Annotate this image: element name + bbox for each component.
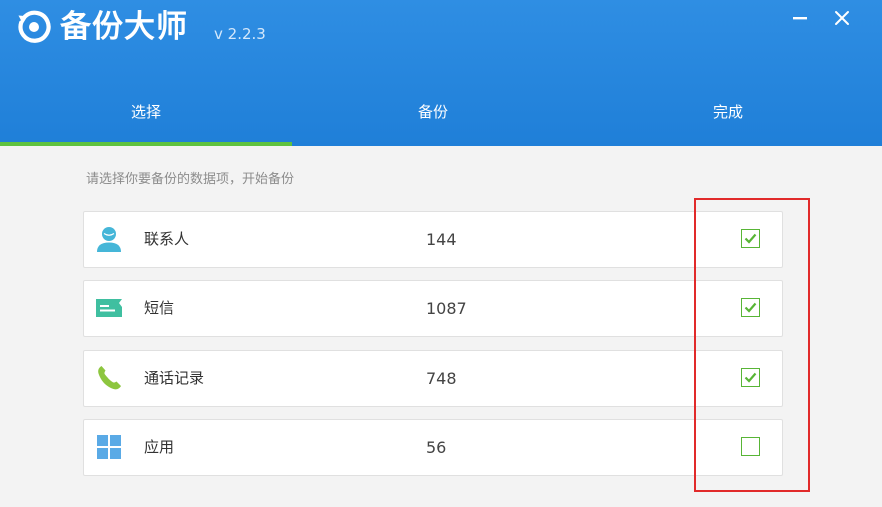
app-logo-icon: [18, 10, 51, 43]
app-title: 备份大师: [60, 9, 188, 45]
call-log-checkbox[interactable]: [741, 368, 760, 387]
minimize-icon: [793, 17, 807, 20]
tab-complete[interactable]: 完成: [574, 85, 882, 146]
item-count: 1087: [426, 299, 467, 318]
close-button[interactable]: [828, 4, 856, 32]
tab-select[interactable]: 选择: [0, 85, 292, 146]
tab-backup[interactable]: 备份: [292, 85, 574, 146]
list-item-call-log[interactable]: 通话记录 748: [83, 350, 783, 407]
phone-icon: [98, 366, 121, 390]
app-header: 备份大师 v 2.2.3 选择 备份 完成: [0, 0, 882, 146]
list-item-contacts[interactable]: 联系人 144: [83, 211, 783, 268]
apps-checkbox[interactable]: [741, 437, 760, 456]
backup-master-window: 备份大师 v 2.2.3 选择 备份 完成 请选择你要备份的数据项，开始备份 联…: [0, 0, 882, 507]
item-count: 748: [426, 369, 457, 388]
item-label: 短信: [144, 299, 175, 317]
contacts-checkbox[interactable]: [741, 229, 760, 248]
item-label: 联系人: [144, 230, 190, 248]
checkmark-icon: [744, 233, 757, 244]
list-item-sms[interactable]: 短信 1087: [83, 280, 783, 337]
app-version: v 2.2.3: [214, 25, 266, 43]
item-label: 通话记录: [144, 369, 205, 387]
checkmark-icon: [744, 302, 757, 313]
step-tabs: 选择 备份 完成: [0, 85, 882, 146]
message-icon: [96, 299, 122, 317]
checkmark-icon: [744, 372, 757, 383]
apps-grid-icon: [97, 435, 121, 459]
list-item-apps[interactable]: 应用 56: [83, 419, 783, 476]
contact-person-icon: [97, 227, 121, 252]
item-count: 56: [426, 438, 447, 457]
close-icon: [835, 11, 849, 25]
minimize-button[interactable]: [786, 4, 814, 32]
item-count: 144: [426, 230, 457, 249]
instruction-text: 请选择你要备份的数据项，开始备份: [86, 172, 295, 187]
sms-checkbox[interactable]: [741, 298, 760, 317]
active-tab-indicator: [0, 142, 292, 146]
item-label: 应用: [144, 438, 175, 456]
